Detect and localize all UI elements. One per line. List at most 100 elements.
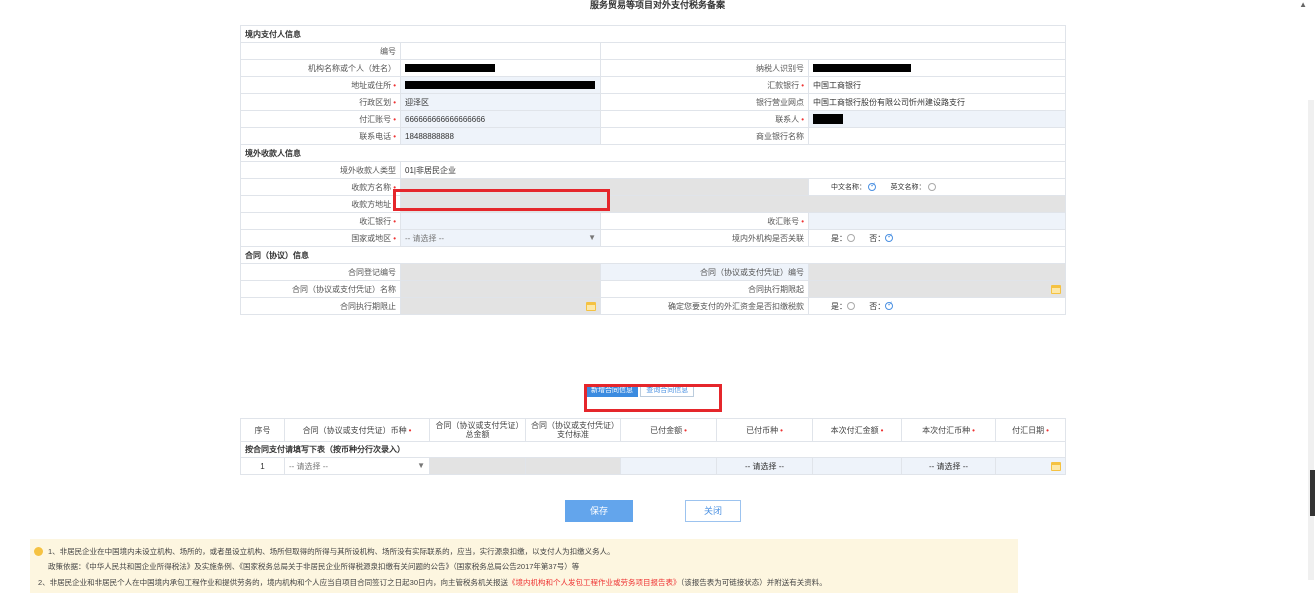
- col-header-no: 序号: [240, 418, 285, 442]
- contract-reg-no-label: 合同登记编号: [240, 263, 401, 281]
- commercial-bank-label: 商业银行名称: [600, 127, 809, 145]
- col-header-paid-amount: 已付金额 •: [620, 418, 717, 442]
- notice-line-2: 政策依据：《中华人民共和国企业所得税法》及实施条例、《国家税务总局关于非居民企业…: [48, 562, 580, 571]
- redacted-block: [405, 64, 495, 73]
- highlight-box-payee-type: [393, 189, 610, 211]
- country-label: 国家或地区 •: [240, 229, 401, 247]
- receive-account-label: 收汇账号 •: [600, 212, 809, 230]
- branch-label: 银行营业网点: [600, 93, 809, 111]
- receive-bank-label: 收汇银行 •: [240, 212, 401, 230]
- section-payment: 按合同支付请填写下表（按币种分行次录入）: [240, 441, 1066, 458]
- contract-end-label: 合同执行期限止: [240, 297, 401, 315]
- payee-name-label: 收款方名称 •: [240, 178, 401, 196]
- org-name-label: 机构名称或个人（姓名）: [240, 59, 401, 77]
- scroll-up-arrow-icon[interactable]: ▲: [1299, 0, 1307, 9]
- notice-line-3: 2、非居民企业和非居民个人在中国境内承包工程作业和提供劳务的，境内机构和个人应当…: [38, 578, 827, 587]
- contact-label: 联系人 •: [600, 110, 809, 128]
- redacted-block: [813, 114, 843, 124]
- related-yes-radio[interactable]: [847, 234, 855, 243]
- name-language-options: 中文名称： 英文名称：: [808, 178, 1066, 196]
- taxpayer-id-label: 纳税人识别号: [600, 59, 809, 77]
- english-name-radio[interactable]: [927, 182, 936, 191]
- standard-field[interactable]: [525, 457, 621, 475]
- col-header-this-currency: 本次付汇币种 •: [901, 418, 996, 442]
- paid-amount-field[interactable]: [620, 457, 717, 475]
- withhold-options: 是： 否：: [808, 297, 1066, 315]
- related-no-radio[interactable]: [885, 232, 894, 243]
- contract-start-label: 合同执行期限起: [600, 280, 809, 298]
- org-name-field[interactable]: [400, 59, 601, 77]
- col-header-currency: 合同（协议或支付凭证）币种 •: [284, 418, 430, 442]
- remit-bank-label: 汇款银行 •: [600, 76, 809, 94]
- receive-account-field[interactable]: [808, 212, 1066, 230]
- address-label: 地址或住所 •: [240, 76, 401, 94]
- payee-type-value[interactable]: 01|非居民企业: [400, 161, 1066, 179]
- contact-field[interactable]: [808, 110, 1066, 128]
- this-currency-select[interactable]: -- 请选择 --: [901, 457, 996, 475]
- account-label: 付汇账号 •: [240, 110, 401, 128]
- payment-table-wrap: 按合同支付请填写下表（按币种分行次录入） 序号 合同（协议或支付凭证）币种 • 合…: [240, 418, 1066, 475]
- chinese-name-radio[interactable]: [868, 181, 877, 191]
- report-form-link[interactable]: 《境内机构和个人发包工程作业或劳务项目报告表》: [508, 578, 681, 587]
- district-value[interactable]: 迎泽区: [400, 93, 601, 111]
- remit-bank-value[interactable]: 中国工商银行: [808, 76, 1066, 94]
- country-select[interactable]: -- 请选择 -- ▼: [400, 229, 601, 247]
- payee-address-label: 收款方地址 •: [240, 195, 401, 213]
- phone-value[interactable]: 18488888888: [400, 127, 601, 145]
- related-label: 境内外机构是否关联: [600, 229, 809, 247]
- section-contract: 合同（协议）信息: [240, 246, 1066, 264]
- contract-start-field[interactable]: [808, 280, 1066, 298]
- receive-bank-field[interactable]: [400, 212, 601, 230]
- withhold-confirm-label: 确定您要支付的外汇资金是否扣缴税款: [600, 297, 809, 315]
- currency-select[interactable]: -- 请选择 -- ▼: [284, 457, 430, 475]
- contract-no-label: 合同（协议或支付凭证）编号: [600, 263, 809, 281]
- taxpayer-id-field[interactable]: [808, 59, 1066, 77]
- total-amount-field[interactable]: [429, 457, 526, 475]
- col-header-standard: 合同（协议或支付凭证）支付标准: [525, 418, 621, 442]
- this-amount-field[interactable]: [812, 457, 902, 475]
- withhold-yes-radio[interactable]: [847, 302, 855, 311]
- notice-box: 1、非居民企业在中国境内未设立机构、场所的，或者虽设立机构、场所但取得的所得与其…: [30, 539, 1018, 593]
- table-row: 1 -- 请选择 -- ▼ -- 请选择 -- -- 请选择 --: [240, 457, 1066, 475]
- contract-name-field[interactable]: [400, 280, 601, 298]
- related-options: 是： 否：: [808, 229, 1066, 247]
- col-header-date: 付汇日期 •: [995, 418, 1066, 442]
- account-value[interactable]: 666666666666666666: [400, 110, 601, 128]
- col-header-this-amount: 本次付汇金额 •: [812, 418, 902, 442]
- highlight-box-contract-buttons: [584, 384, 722, 412]
- district-label: 行政区划 •: [240, 93, 401, 111]
- commercial-bank-value[interactable]: [808, 127, 1066, 145]
- save-button[interactable]: 保存: [565, 500, 633, 522]
- section-overseas-payee: 境外收款人信息: [240, 144, 1066, 162]
- date-field[interactable]: [995, 457, 1066, 475]
- calendar-icon[interactable]: [586, 301, 596, 311]
- side-panel-edge: [1310, 470, 1315, 516]
- row-no: 1: [240, 457, 285, 475]
- address-field[interactable]: [400, 76, 601, 94]
- number-label: 编号: [240, 42, 401, 60]
- redacted-block: [405, 81, 595, 90]
- contract-reg-no-field[interactable]: [400, 263, 601, 281]
- contract-no-field[interactable]: [808, 263, 1066, 281]
- col-header-paid-currency: 已付币种 •: [716, 418, 813, 442]
- redacted-block: [813, 64, 911, 73]
- contract-name-label: 合同（协议或支付凭证）名称: [240, 280, 401, 298]
- dropdown-arrow-icon: ▼: [417, 460, 425, 470]
- contract-end-field[interactable]: [400, 297, 601, 315]
- info-icon: [34, 547, 43, 556]
- calendar-icon[interactable]: [1051, 461, 1061, 471]
- col-header-total: 合同（协议或支付凭证）总金额: [429, 418, 526, 442]
- paid-currency-select[interactable]: -- 请选择 --: [716, 457, 813, 475]
- branch-value[interactable]: 中国工商银行股份有限公司忻州建设路支行: [808, 93, 1066, 111]
- tax-filing-form: 境内支付人信息 编号 机构名称或个人（姓名） 纳税人识别号 地址或住所 • 汇款银…: [240, 25, 1066, 315]
- close-button[interactable]: 关闭: [685, 500, 741, 522]
- payment-table: 按合同支付请填写下表（按币种分行次录入） 序号 合同（协议或支付凭证）币种 • 合…: [240, 418, 1066, 475]
- withhold-no-radio[interactable]: [885, 300, 894, 311]
- calendar-icon[interactable]: [1051, 284, 1061, 294]
- number-value: [400, 42, 601, 60]
- dropdown-arrow-icon: ▼: [588, 232, 596, 242]
- notice-line-1: 1、非居民企业在中国境内未设立机构、场所的，或者虽设立机构、场所但取得的所得与其…: [48, 547, 615, 556]
- phone-label: 联系电话 •: [240, 127, 401, 145]
- payee-type-label: 境外收款人类型: [240, 161, 401, 179]
- section-domestic-payer: 境内支付人信息: [240, 25, 1066, 43]
